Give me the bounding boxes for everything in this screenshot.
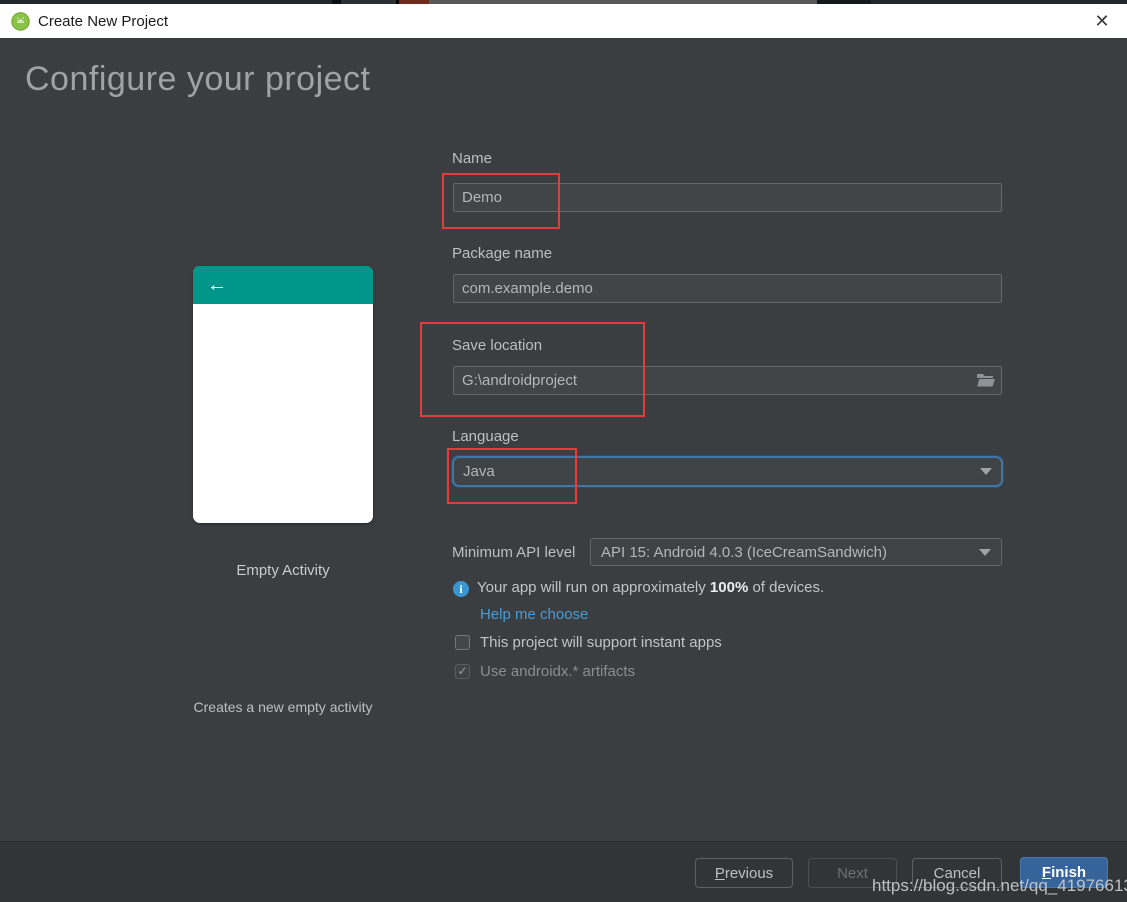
api-info-prefix: Your app will run on approximately xyxy=(477,579,710,596)
api-info-suffix: of devices. xyxy=(748,579,824,596)
template-name: Empty Activity xyxy=(193,562,373,579)
csdn-watermark: https://blog.csdn.net/qq_41976613 xyxy=(872,876,1127,896)
name-label: Name xyxy=(452,150,492,167)
name-input[interactable] xyxy=(453,183,1002,212)
window-titlebar: Create New Project ✕ xyxy=(0,4,1127,38)
package-name-input[interactable] xyxy=(453,274,1002,303)
previous-button[interactable]: Previous xyxy=(695,858,793,888)
save-location-input[interactable] xyxy=(453,366,1002,395)
page-title: Configure your project xyxy=(25,60,371,99)
browse-folder-icon[interactable] xyxy=(976,372,996,388)
close-icon[interactable]: ✕ xyxy=(1088,7,1116,35)
template-description: Creates a new empty activity xyxy=(123,699,443,715)
create-new-project-dialog: Create New Project ✕ Configure your proj… xyxy=(0,0,1127,902)
chevron-down-icon xyxy=(979,549,991,556)
checkbox-checked-icon[interactable]: ✓ xyxy=(455,664,470,679)
androidx-checkbox-row[interactable]: ✓ Use androidx.* artifacts xyxy=(455,663,635,680)
instant-apps-checkbox-row[interactable]: This project will support instant apps xyxy=(455,634,722,651)
instant-apps-label: This project will support instant apps xyxy=(480,634,722,651)
min-api-label: Minimum API level xyxy=(452,544,575,561)
package-name-label: Package name xyxy=(452,245,552,262)
min-api-dropdown[interactable]: API 15: Android 4.0.3 (IceCreamSandwich) xyxy=(590,538,1002,566)
back-arrow-icon: ← xyxy=(207,275,227,295)
help-me-choose-link[interactable]: Help me choose xyxy=(480,606,588,623)
chevron-down-icon xyxy=(980,468,992,475)
info-icon: i xyxy=(453,581,469,597)
window-title: Create New Project xyxy=(38,13,168,30)
min-api-selected-value: API 15: Android 4.0.3 (IceCreamSandwich) xyxy=(601,544,887,561)
api-info-text: Your app will run on approximately 100% … xyxy=(477,579,824,596)
androidx-label: Use androidx.* artifacts xyxy=(480,663,635,680)
template-preview-thumbnail: ← xyxy=(193,266,373,523)
checkbox-unchecked-icon[interactable] xyxy=(455,635,470,650)
language-selected-value: Java xyxy=(463,463,495,480)
preview-appbar: ← xyxy=(193,266,373,304)
save-location-label: Save location xyxy=(452,337,542,354)
language-label: Language xyxy=(452,428,519,445)
api-info-percentage: 100% xyxy=(710,579,748,596)
android-studio-icon xyxy=(11,12,30,31)
language-dropdown[interactable]: Java xyxy=(452,456,1003,487)
